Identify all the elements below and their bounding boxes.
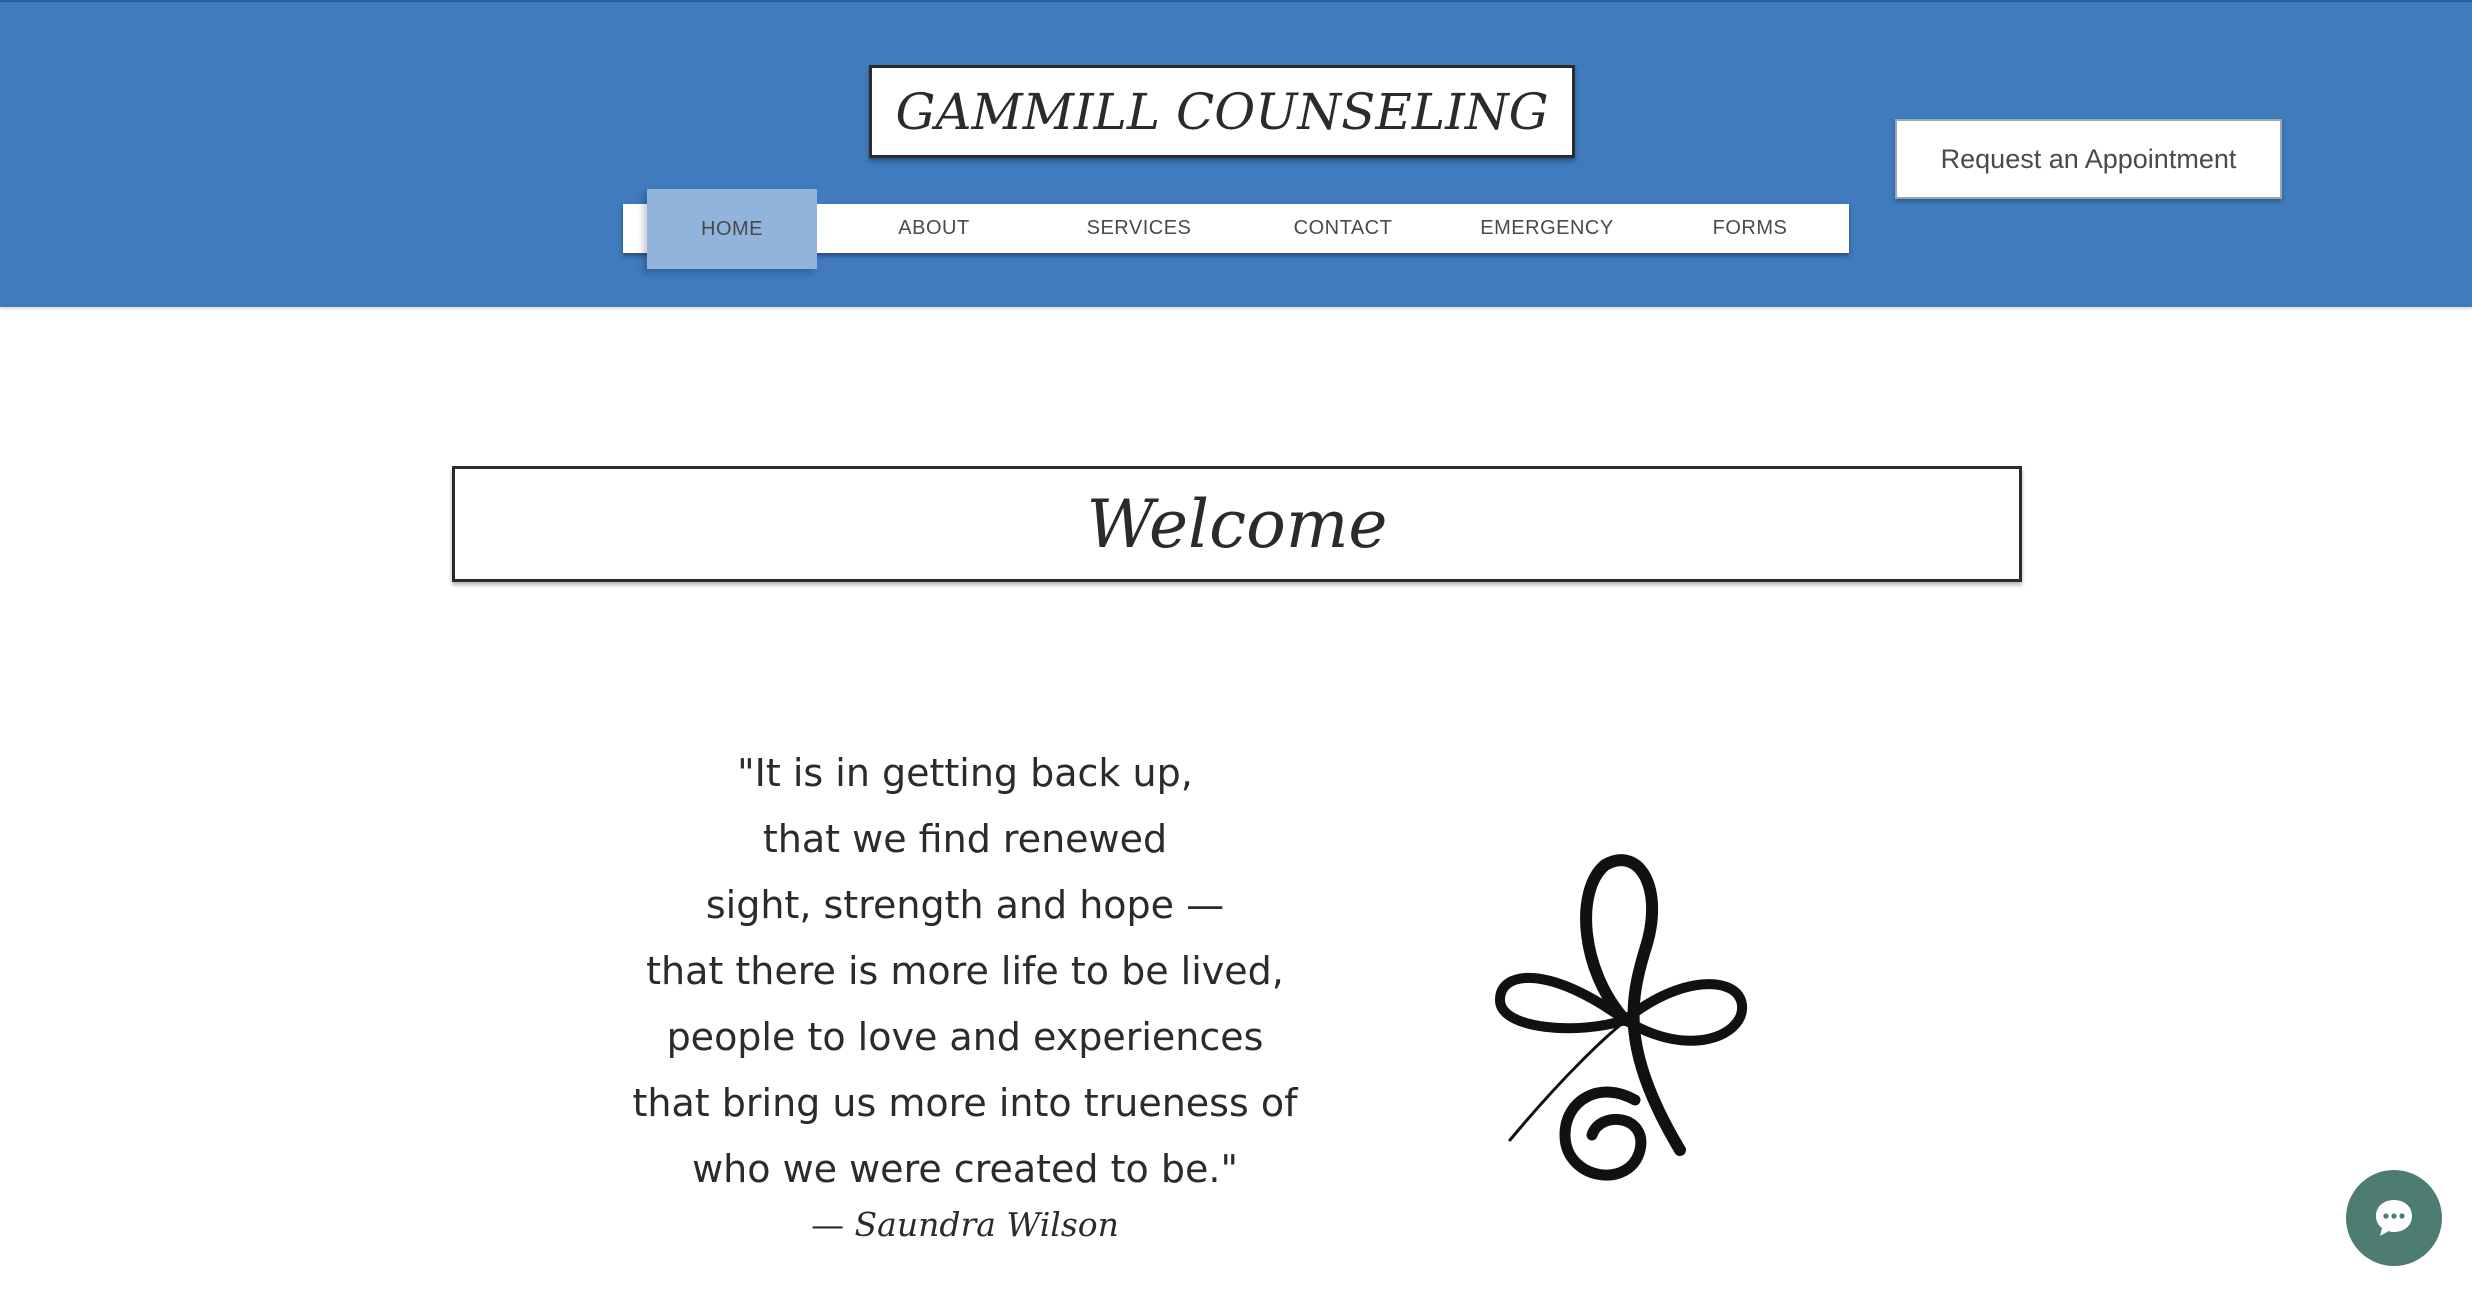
nav-item-contact[interactable]: CONTACT	[1258, 204, 1428, 253]
main-nav: HOME ABOUT SERVICES CONTACT EMERGENCY FO…	[623, 189, 1849, 269]
site-logo-text: GAMMILL COUNSELING	[895, 82, 1549, 141]
nav-item-forms[interactable]: FORMS	[1665, 204, 1835, 253]
quote-line: sight, strength and hope —	[705, 883, 1225, 927]
nav-item-home[interactable]: HOME	[647, 189, 817, 269]
quote-line: people to love and experiences	[666, 1015, 1264, 1059]
quote-line: who we were created to be."	[692, 1147, 1238, 1191]
nav-item-services[interactable]: SERVICES	[1054, 204, 1224, 253]
chat-bubble-icon	[2376, 1200, 2412, 1236]
site-logo[interactable]: GAMMILL COUNSELING	[869, 65, 1575, 158]
request-appointment-button[interactable]: Request an Appointment	[1895, 119, 2282, 199]
nav-item-label: EMERGENCY	[1480, 217, 1614, 239]
nav-item-label: ABOUT	[898, 217, 970, 239]
nav-item-about[interactable]: ABOUT	[849, 204, 1019, 253]
nav-item-label: HOME	[701, 217, 763, 240]
site-header: GAMMILL COUNSELING HOME ABOUT SERVICES C…	[0, 0, 2472, 307]
welcome-title: Welcome	[1086, 485, 1388, 563]
quote-attribution: — Saundra Wilson	[811, 1205, 1119, 1244]
unalome-symbol-icon	[1495, 854, 1748, 1181]
quote-line: "It is in getting back up,	[737, 751, 1193, 795]
nav-item-emergency[interactable]: EMERGENCY	[1462, 204, 1632, 253]
nav-item-label: CONTACT	[1293, 217, 1393, 239]
quote-line: that bring us more into trueness of	[632, 1081, 1298, 1125]
nav-item-label: SERVICES	[1086, 217, 1192, 239]
quote-line: that we find renewed	[762, 817, 1168, 861]
welcome-banner: Welcome	[452, 466, 2022, 582]
quote-line: that there is more life to be lived,	[646, 949, 1284, 993]
chat-button[interactable]	[2346, 1170, 2442, 1266]
quote-block: "It is in getting back up, that we find …	[560, 740, 1370, 1202]
nav-item-label: FORMS	[1712, 217, 1788, 239]
